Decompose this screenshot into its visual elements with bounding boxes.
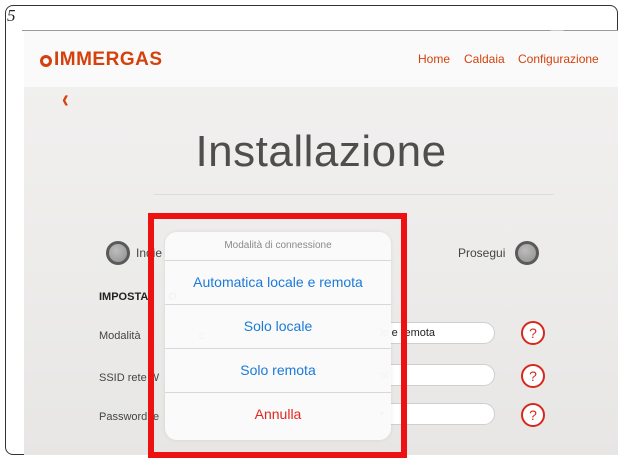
- page-title: Installazione: [195, 127, 447, 176]
- brand-name: IMMERGAS: [54, 49, 163, 70]
- back-chevron-icon[interactable]: ‹: [62, 86, 69, 116]
- figure-number: 5: [7, 6, 16, 25]
- nav-caldaia[interactable]: Caldaia: [464, 52, 505, 66]
- logo-ring-icon: [40, 55, 52, 67]
- next-radio-icon[interactable]: [515, 241, 539, 265]
- settings-heading-text: IMPOSTA: [99, 291, 149, 303]
- help-icon[interactable]: ?: [521, 321, 545, 345]
- back-radio-icon[interactable]: [106, 241, 130, 265]
- nav-configurazione[interactable]: Configurazione: [518, 52, 599, 66]
- title-divider: [154, 194, 554, 195]
- next-label[interactable]: Prosegui: [458, 246, 505, 260]
- nav-home[interactable]: Home: [418, 52, 450, 66]
- brand-logo[interactable]: IMMERGAS: [40, 49, 163, 71]
- highlight-box: [148, 213, 407, 458]
- app-header: IMMERGAS Home Caldaia Configurazione: [24, 31, 618, 87]
- help-icon[interactable]: ?: [521, 403, 545, 427]
- help-icon[interactable]: ?: [521, 364, 545, 388]
